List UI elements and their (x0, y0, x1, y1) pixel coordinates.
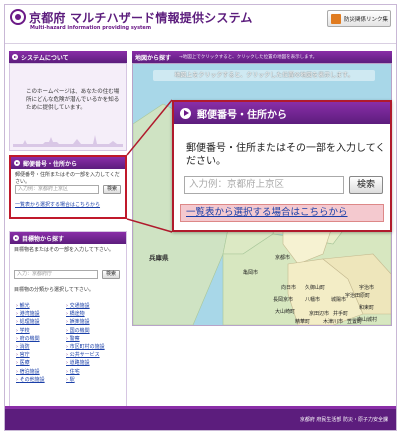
map-title: 地図から探す (135, 54, 172, 62)
callout-search-button[interactable]: 検索 (349, 176, 383, 194)
kyoto-skyline-illustration (13, 135, 123, 147)
map-label-kumiyama: 久御山町 (305, 285, 326, 291)
facility-heading: 目標物から探す (10, 232, 126, 244)
callout-address-input[interactable]: 入力例：京都府上京区 (184, 176, 344, 194)
map-label-seika: 精華町 (295, 319, 311, 325)
category-link[interactable]: 市区町村の施設 (66, 343, 116, 350)
facility-category-prompt: 目標物の分類から選択して下さい。 (14, 287, 94, 293)
category-link[interactable]: 橋途物 (66, 310, 116, 317)
facility-search-panel: 目標物から探す 目標物名またはその一部を入力して下さい。 入力：京都府庁 検索 … (9, 231, 127, 407)
category-link[interactable]: 府の機関 (16, 335, 66, 342)
map-label-kizugawa: 木津川市 (323, 319, 344, 325)
category-link[interactable]: 消防 (16, 343, 66, 350)
callout-description: 郵便番号・住所またはその一部を入力してください。 (186, 143, 386, 167)
site-subtitle: Multi-hazard information providing syste… (30, 25, 152, 31)
about-title: システムについて (21, 54, 69, 62)
category-list: 観光交通施設港湾施設橋途物処理施設娯楽施設学校国の機関府の機関警察消防市区町村の… (16, 302, 120, 383)
map-label-ide: 井手町 (333, 311, 349, 317)
category-link[interactable]: 観光 (16, 302, 66, 309)
arrow-icon (13, 235, 19, 241)
map-label-kasagi: 笠置町 (347, 319, 363, 325)
map-banner: 地図上をクリックすると、クリックした位置の地図を表示します。 (153, 70, 375, 81)
callout-title: 郵便番号・住所から (197, 109, 287, 121)
postal-heading: 郵便番号・住所から (11, 157, 125, 169)
arrow-icon (12, 54, 18, 60)
callout-heading: 郵便番号・住所から (174, 102, 390, 124)
about-text: このホームページは、あなたの住む場所にどんな危険が潜んでいるかを知るために提供し… (26, 89, 120, 111)
category-link[interactable]: 港湾施設 (16, 310, 66, 317)
disaster-links-label: 防災関係リンク集 (344, 16, 389, 23)
disaster-links-button[interactable]: 防災関係リンク集 (327, 10, 391, 27)
category-link[interactable]: 学校 (16, 327, 66, 334)
map-label-muko: 向日市 (281, 285, 297, 291)
map-label-kameoka: 亀岡市 (243, 270, 259, 276)
postal-input[interactable]: 入力例：京都府上京区 (15, 185, 99, 194)
map-label-kyoto-city: 京都市 (275, 255, 291, 261)
arrow-icon (14, 160, 20, 166)
category-link[interactable]: 警察 (66, 335, 116, 342)
map-label-hyogo: 兵庫県 (149, 254, 169, 262)
page: 京都府 マルチハザード情報提供システム Multi-hazard informa… (4, 4, 397, 431)
link-icon (331, 13, 341, 24)
postal-search-callout: 郵便番号・住所から 郵便番号・住所またはその一部を入力してください。 入力例：京… (172, 100, 392, 232)
category-link[interactable]: 宿泊施設 (16, 368, 66, 375)
category-link[interactable]: 処理施設 (16, 318, 66, 325)
footer-band (5, 406, 396, 409)
category-link[interactable]: その他施設 (16, 376, 66, 383)
map-heading: 地図から探す →地図上でクリックすると、クリックした位置の地図を表示します。 (132, 51, 392, 63)
facility-name-prompt: 目標物名またはその一部を入力して下さい。 (14, 247, 114, 253)
postal-title: 郵便番号・住所から (23, 160, 78, 168)
category-link[interactable]: 駅 (66, 376, 116, 383)
kyoto-emblem-icon (10, 9, 26, 25)
category-link[interactable]: 公共サービス (66, 351, 116, 358)
facility-input[interactable]: 入力：京都府庁 (14, 270, 98, 279)
map-label-oyamazaki: 大山崎町 (275, 309, 296, 315)
category-link[interactable]: 道路施設 (66, 359, 116, 366)
callout-list-link[interactable]: 一覧表から選択する場合はこちらから (180, 204, 384, 222)
postal-list-link[interactable]: 一覧表から選択する場合はこちらから (15, 201, 100, 208)
facility-search-button[interactable]: 検索 (102, 270, 120, 279)
about-heading: システムについて (9, 51, 127, 63)
map-label-uji: 宇治市 (359, 285, 375, 291)
map-label-nagaokakyo: 長岡京市 (273, 297, 294, 303)
map-label-yawata: 八幡市 (305, 297, 321, 303)
category-link[interactable]: 住宅 (66, 368, 116, 375)
map-label-kyotanabe: 京田辺市 (309, 311, 330, 317)
map-label-joyo: 城陽市 (331, 297, 347, 303)
postal-search-button[interactable]: 検索 (103, 185, 121, 194)
arrow-icon (180, 107, 191, 119)
category-link[interactable]: 娯楽施設 (66, 318, 116, 325)
header: 京都府 マルチハザード情報提供システム Multi-hazard informa… (5, 5, 396, 44)
map-label-ujitawara: 宇治田原町 (345, 293, 371, 299)
about-panel: システムについて このホームページは、あなたの住む場所にどんな危険が潜んでいるか… (9, 51, 127, 151)
footer: 京都府 府民生活部 防災・原子力安全課 (5, 406, 396, 430)
footer-text: 京都府 府民生活部 防災・原子力安全課 (299, 417, 388, 423)
site-title: 京都府 マルチハザード情報提供システム (29, 11, 253, 25)
facility-title: 目標物から探す (22, 235, 65, 243)
postal-search-panel: 郵便番号・住所から 郵便番号・住所またはその一部を入力してください。 入力例：京… (9, 155, 127, 219)
category-link[interactable]: 国の機関 (66, 327, 116, 334)
map-hint: →地図上でクリックすると、クリックした位置の地図を表示します。 (179, 55, 318, 60)
category-link[interactable]: 官庁 (16, 351, 66, 358)
category-link[interactable]: 医療 (16, 359, 66, 366)
category-link[interactable]: 交通施設 (66, 302, 116, 309)
map-label-wazuka: 和束町 (359, 305, 375, 311)
about-body: このホームページは、あなたの住む場所にどんな危険が潜んでいるかを知るために提供し… (9, 63, 127, 151)
